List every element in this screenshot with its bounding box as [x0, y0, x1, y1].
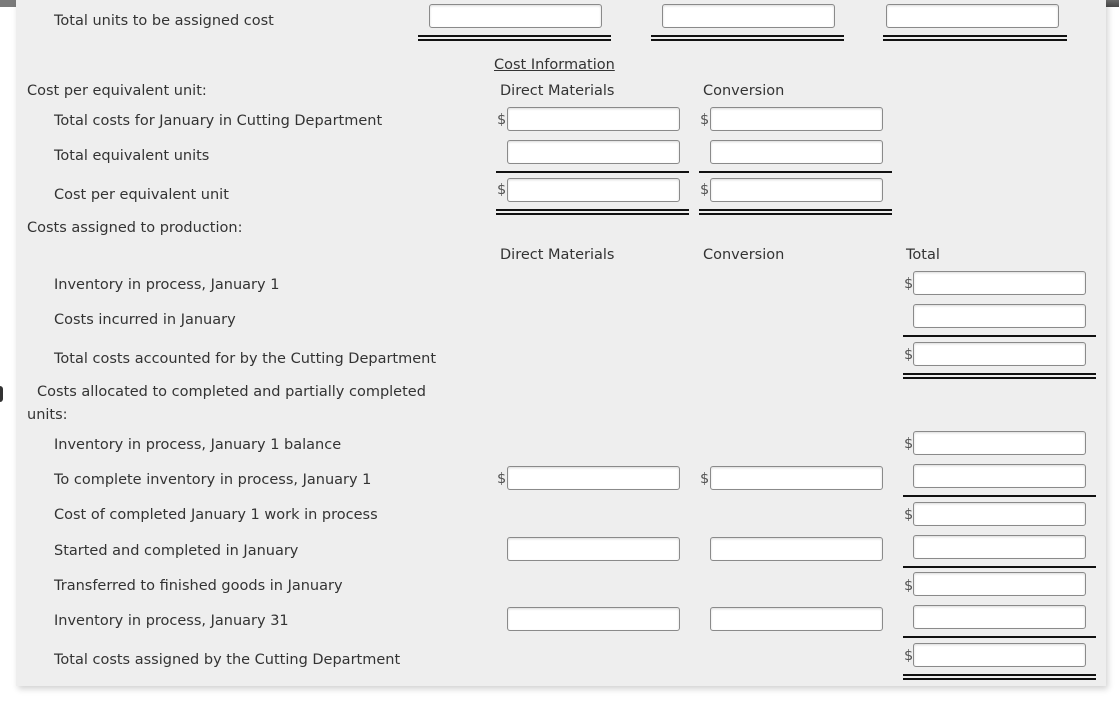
double-underline — [903, 373, 1096, 379]
dollar-sign: $ — [497, 182, 507, 198]
to-complete-conv-input[interactable] — [710, 466, 883, 490]
dollar-sign: $ — [497, 112, 507, 128]
inventory-jan31-total-input[interactable] — [913, 605, 1086, 629]
double-underline — [651, 35, 844, 41]
cost-per-unit-conv-input[interactable] — [710, 178, 883, 202]
started-completed-total-input[interactable] — [913, 535, 1086, 559]
dollar-sign: $ — [497, 471, 507, 487]
row-label: Total costs assigned by the Cutting Depa… — [54, 652, 401, 668]
dollar-sign: $ — [904, 507, 914, 523]
total-units-input-1[interactable] — [429, 4, 602, 28]
col-header-direct-materials: Direct Materials — [500, 83, 615, 99]
cost-information-header: Cost Information — [494, 57, 615, 73]
to-complete-dm-input[interactable] — [507, 466, 680, 490]
underline — [903, 566, 1096, 568]
transferred-total-input[interactable] — [913, 572, 1086, 596]
total-costs-accounted-input[interactable] — [913, 342, 1086, 366]
row-label: Cost per equivalent unit — [54, 187, 229, 203]
cost-per-unit-dm-input[interactable] — [507, 178, 680, 202]
dollar-sign: $ — [700, 112, 710, 128]
row-label: Transferred to finished goods in January — [54, 578, 343, 594]
dollar-sign: $ — [904, 648, 914, 664]
row-label: Inventory in process, January 1 — [54, 277, 280, 293]
dollar-sign: $ — [904, 578, 914, 594]
underline — [496, 171, 689, 173]
total-units-input-2[interactable] — [662, 4, 835, 28]
started-completed-dm-input[interactable] — [507, 537, 680, 561]
inventory-balance-total-input[interactable] — [913, 431, 1086, 455]
row-label: Total equivalent units — [54, 148, 210, 164]
row-label: Cost of completed January 1 work in proc… — [54, 507, 378, 523]
underline — [903, 636, 1096, 638]
equivalent-units-dm-input[interactable] — [507, 140, 680, 164]
row-label: Total costs accounted for by the Cutting… — [54, 351, 437, 367]
underline — [903, 335, 1096, 337]
total-costs-dm-input[interactable] — [507, 107, 680, 131]
double-underline — [883, 35, 1067, 41]
row-label: Costs incurred in January — [54, 312, 236, 328]
col-header-conversion: Conversion — [703, 247, 785, 263]
dollar-sign: $ — [700, 471, 710, 487]
costs-assigned-section-label: Costs assigned to production: — [27, 220, 243, 236]
row-label: Total costs for January in Cutting Depar… — [54, 113, 383, 129]
left-edge-marker — [0, 386, 3, 402]
total-units-label: Total units to be assigned cost — [54, 13, 274, 29]
inventory-jan1-total-input[interactable] — [913, 271, 1086, 295]
double-underline — [903, 674, 1096, 680]
inventory-jan31-dm-input[interactable] — [507, 607, 680, 631]
dollar-sign: $ — [904, 347, 914, 363]
costs-incurred-total-input[interactable] — [913, 304, 1086, 328]
row-label: Inventory in process, January 1 balance — [54, 437, 342, 453]
dollar-sign: $ — [904, 436, 914, 452]
double-underline — [418, 35, 611, 41]
completed-wip-total-input[interactable] — [913, 502, 1086, 526]
total-costs-conv-input[interactable] — [710, 107, 883, 131]
total-costs-assigned-input[interactable] — [913, 643, 1086, 667]
double-underline — [699, 209, 892, 215]
inventory-jan31-conv-input[interactable] — [710, 607, 883, 631]
dollar-sign: $ — [904, 276, 914, 292]
double-underline — [496, 209, 689, 215]
to-complete-total-input[interactable] — [913, 464, 1086, 488]
row-label: To complete inventory in process, Januar… — [54, 472, 372, 488]
allocation-section-label-line2: units: — [27, 407, 68, 423]
equivalent-units-conv-input[interactable] — [710, 140, 883, 164]
dollar-sign: $ — [700, 182, 710, 198]
underline — [903, 495, 1096, 497]
total-units-input-3[interactable] — [886, 4, 1059, 28]
col-header-direct-materials: Direct Materials — [500, 247, 615, 263]
started-completed-conv-input[interactable] — [710, 537, 883, 561]
col-header-total: Total — [906, 247, 940, 263]
col-header-conversion: Conversion — [703, 83, 785, 99]
row-label: Started and completed in January — [54, 543, 299, 559]
row-label: Inventory in process, January 31 — [54, 613, 289, 629]
allocation-section-label-line1: Costs allocated to completed and partial… — [37, 384, 426, 400]
cost-per-equivalent-unit-section-label: Cost per equivalent unit: — [27, 83, 207, 99]
underline — [699, 171, 892, 173]
